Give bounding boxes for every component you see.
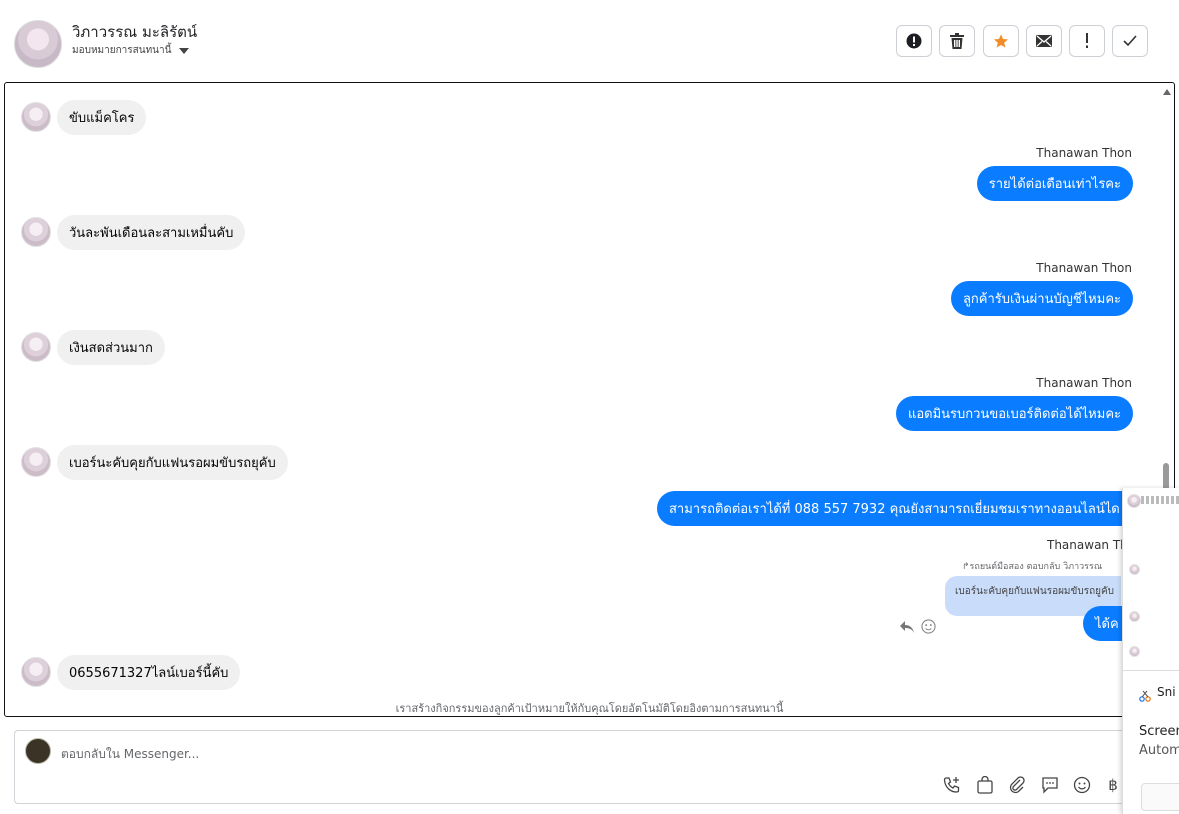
notification-title: Screen <box>1139 724 1179 739</box>
thumb-avatar <box>1127 494 1141 508</box>
outgoing-message[interactable]: ลูกค้ารับเงินผ่านบัญชีไหมคะ <box>950 281 1133 316</box>
spam-button[interactable] <box>896 25 932 57</box>
done-button[interactable] <box>1112 25 1148 57</box>
divider <box>1123 670 1179 671</box>
phone-add-icon[interactable] <box>942 775 962 795</box>
incoming-message[interactable]: วันละพันเดือนละสามเหมื่นคับ <box>57 215 246 250</box>
star-button[interactable] <box>983 25 1019 57</box>
outgoing-message[interactable]: รายได้ต่อเดือนเท่าไรคะ <box>976 166 1133 201</box>
paperclip-icon[interactable] <box>1007 775 1027 795</box>
incoming-message[interactable]: 0655671327ไลน์เบอร์นี้คับ <box>57 655 241 690</box>
contact-avatar-small <box>21 332 51 362</box>
exclamation-icon <box>1086 33 1088 48</box>
caret-down-icon <box>179 47 190 54</box>
envelope-icon <box>1036 35 1052 47</box>
shopping-bag-icon[interactable] <box>975 775 995 795</box>
mark-unread-button[interactable] <box>1026 25 1062 57</box>
star-icon <box>994 34 1008 48</box>
snipping-tool-icon <box>1139 687 1151 702</box>
check-icon <box>1123 35 1137 47</box>
assign-label: มอบหมายการสนทนานี้ <box>72 45 172 56</box>
reply-composer[interactable]: ตอบกลับใน Messenger... ฿ <box>14 730 1130 804</box>
snipping-tool-overlay[interactable]: Sni Screen Autom <box>1122 488 1179 814</box>
sender-name: Thanawan Thon <box>1036 146 1132 160</box>
trash-icon <box>950 33 964 49</box>
delete-button[interactable] <box>939 25 975 57</box>
contact-avatar-small <box>21 102 51 132</box>
alert-circle-icon <box>906 33 922 49</box>
scrollbar-thumb[interactable] <box>1163 463 1169 491</box>
contact-avatar-small <box>21 217 51 247</box>
mark-important-button[interactable] <box>1069 25 1105 57</box>
chat-bubble-icon[interactable] <box>1040 775 1060 795</box>
message-actions <box>899 619 936 634</box>
notification-button[interactable] <box>1141 783 1179 811</box>
reply-input[interactable]: ตอบกลับใน Messenger... <box>61 745 199 764</box>
page-avatar <box>25 738 51 764</box>
outgoing-message[interactable]: แอดมินรบกวนขอเบอร์ติดต่อได้ไหมคะ <box>895 396 1133 431</box>
sender-name: Thanawan Thon <box>1036 261 1132 275</box>
contact-avatar-small <box>21 447 51 477</box>
thumb-avatar <box>1129 564 1140 575</box>
incoming-message[interactable]: ขับแม็คโคร <box>57 100 147 135</box>
conversation-panel[interactable]: ขับแม็คโคร Thanawan Thon รายได้ต่อเดือนเ… <box>4 82 1175 717</box>
auto-activity-note: เราสร้างกิจกรรมของลูกค้าเป้าหมายให้กับคุ… <box>395 702 784 715</box>
app-label: Sni <box>1157 685 1176 699</box>
emoji-icon[interactable] <box>1072 775 1092 795</box>
contact-avatar[interactable] <box>14 20 62 68</box>
reply-icon[interactable] <box>899 620 915 634</box>
sender-name: Thanawan Thon <box>1036 376 1132 390</box>
incoming-message[interactable]: เบอร์นะคับคุยกับแฟนรอผมขับรถยุคับ <box>57 445 288 480</box>
thumb-avatar <box>1129 646 1140 657</box>
assign-conversation-dropdown[interactable]: มอบหมายการสนทนานี้ <box>72 43 190 58</box>
incoming-message[interactable]: เงินสดส่วนมาก <box>57 330 165 365</box>
outgoing-message[interactable]: สามารถติดต่อเราได้ที่ 088 557 7932 คุณยั… <box>657 491 1125 526</box>
scroll-up-arrow-icon[interactable] <box>1163 89 1171 95</box>
emoji-reaction-icon[interactable] <box>921 619 936 634</box>
thumb-avatar <box>1129 611 1140 622</box>
contact-name[interactable]: วิภาวรรณ มะลิรัตน์ <box>72 20 197 44</box>
baht-icon[interactable]: ฿ <box>1103 775 1123 795</box>
notification-body: Autom <box>1139 743 1179 758</box>
reply-arrow-icon: ↱ <box>962 562 970 572</box>
reply-meta: ↱รถยนต์มือสอง ตอบกลับ วิภาวรรณ <box>962 562 1103 572</box>
thumb-text <box>1141 496 1179 504</box>
contact-avatar-small <box>21 657 51 687</box>
